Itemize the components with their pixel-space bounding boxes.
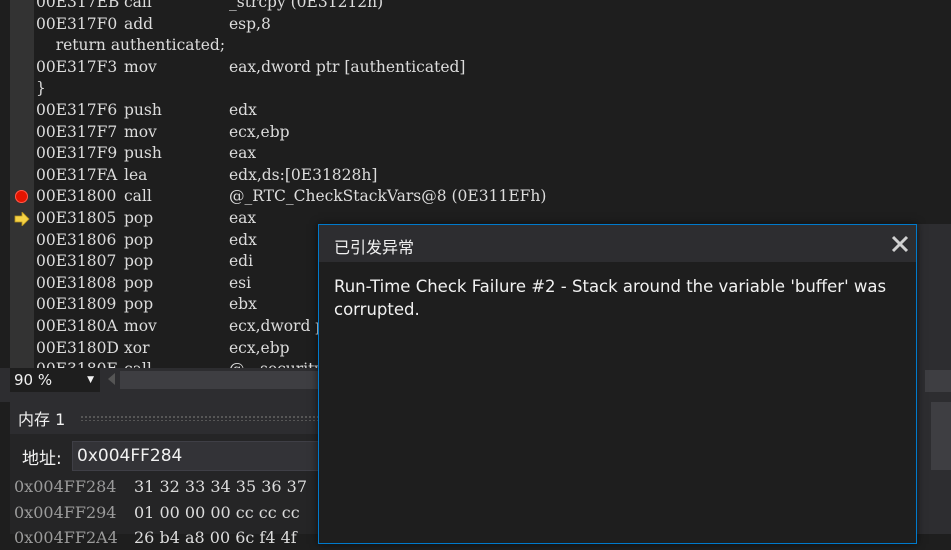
instruction-operand: edi	[229, 252, 254, 271]
scrollbar-thumb[interactable]	[931, 402, 951, 470]
scrollbar-segment[interactable]	[925, 370, 951, 392]
instruction-operand: esp,8	[229, 14, 271, 33]
vertical-scrollbar[interactable]	[917, 224, 951, 534]
chevron-down-icon: ▼	[87, 375, 94, 385]
instruction-address: 00E317FA	[36, 165, 118, 184]
exception-dialog[interactable]: 已引发异常 Run-Time Check Failure #2 - Stack …	[318, 224, 917, 544]
instruction-operand: ebx	[229, 295, 257, 314]
memory-bytes: 31 32 33 34 35 36 37	[134, 477, 308, 496]
memory-bytes: 26 b4 a8 00 6c f4 4f	[134, 528, 297, 547]
breakpoint-gutter[interactable]	[10, 0, 34, 368]
instruction-mnemonic: call	[124, 359, 224, 368]
memory-bytes: 01 00 00 00 cc cc cc	[134, 502, 300, 522]
instruction-address: 00E31807	[36, 252, 117, 271]
instruction-operand: @_RTC_CheckStackVars@8 (0E311EFh)	[229, 187, 547, 206]
instruction-mnemonic: add	[124, 14, 154, 33]
current-statement-arrow-icon	[14, 212, 30, 226]
instruction-address: 00E317F7	[36, 122, 118, 141]
instruction-mnemonic: mov	[124, 122, 157, 141]
instruction-operand: eax,dword ptr [authenticated]	[229, 57, 466, 76]
instruction-mnemonic: push	[124, 101, 162, 119]
instruction-operand: @__security_	[229, 359, 331, 368]
instruction-mnemonic: push	[124, 144, 162, 163]
instruction-mnemonic: lea	[124, 165, 148, 184]
instruction-operand: ecx,ebp	[229, 122, 290, 141]
instruction-address: 00E317F6	[36, 101, 118, 119]
instruction-operand: esi	[229, 273, 252, 292]
instruction-address: 00E3180D	[36, 338, 119, 357]
exception-dialog-header: 已引发异常	[319, 225, 916, 262]
instruction-mnemonic: mov	[124, 57, 157, 76]
instruction-mnemonic: xor	[124, 338, 150, 357]
instruction-address: 00E31809	[36, 295, 117, 314]
zoom-dropdown[interactable]: 90 % ▼	[10, 368, 100, 392]
memory-address: 0x004FF2A4	[14, 528, 118, 547]
zoom-level: 90 %	[14, 371, 53, 389]
scroll-left-icon[interactable]	[108, 373, 115, 385]
instruction-operand: ecx,dword p	[229, 317, 326, 335]
instruction-mnemonic: mov	[124, 317, 157, 335]
instruction-mnemonic: pop	[124, 295, 154, 314]
instruction-operand: ecx,ebp	[229, 338, 290, 357]
exception-message: Run-Time Check Failure #2 - Stack around…	[334, 277, 887, 319]
instruction-operand: eax	[229, 144, 257, 163]
address-label: 地址:	[22, 449, 62, 469]
instruction-mnemonic: pop	[124, 273, 154, 292]
source-text: return authenticated;	[36, 36, 226, 55]
instruction-address: 00E31806	[36, 230, 117, 249]
exception-title: 已引发异常	[334, 238, 415, 257]
instruction-address: 00E3180A	[36, 317, 118, 335]
instruction-address: 00E317F3	[36, 57, 118, 76]
instruction-operand: edx	[229, 230, 257, 249]
instruction-address: 00E31800	[36, 187, 117, 206]
instruction-mnemonic: pop	[124, 209, 154, 227]
instruction-operand: edx	[229, 101, 257, 119]
instruction-operand: edx,ds:[0E31828h]	[229, 165, 378, 184]
instruction-operand: _strcpy (0E31212h)	[229, 0, 384, 11]
instruction-address: 00E317F9	[36, 144, 118, 163]
instruction-operand: eax	[229, 209, 257, 227]
memory-address: 0x004FF294	[14, 502, 117, 522]
instruction-address: 00E317EB	[36, 0, 120, 11]
instruction-address: 00E31808	[36, 273, 117, 292]
source-text: }	[36, 79, 46, 98]
instruction-address: 00E317F0	[36, 14, 118, 33]
memory-tab-title: 内存 1	[18, 410, 66, 429]
close-icon	[891, 235, 909, 253]
instruction-mnemonic: pop	[124, 252, 154, 271]
instruction-address: 00E31805	[36, 209, 117, 227]
instruction-mnemonic: call	[124, 187, 152, 206]
instruction-mnemonic: pop	[124, 230, 154, 249]
instruction-address: 00E3180F	[36, 359, 124, 368]
instruction-mnemonic: call	[124, 0, 152, 11]
memory-address: 0x004FF284	[14, 477, 117, 496]
close-button[interactable]	[887, 231, 913, 257]
